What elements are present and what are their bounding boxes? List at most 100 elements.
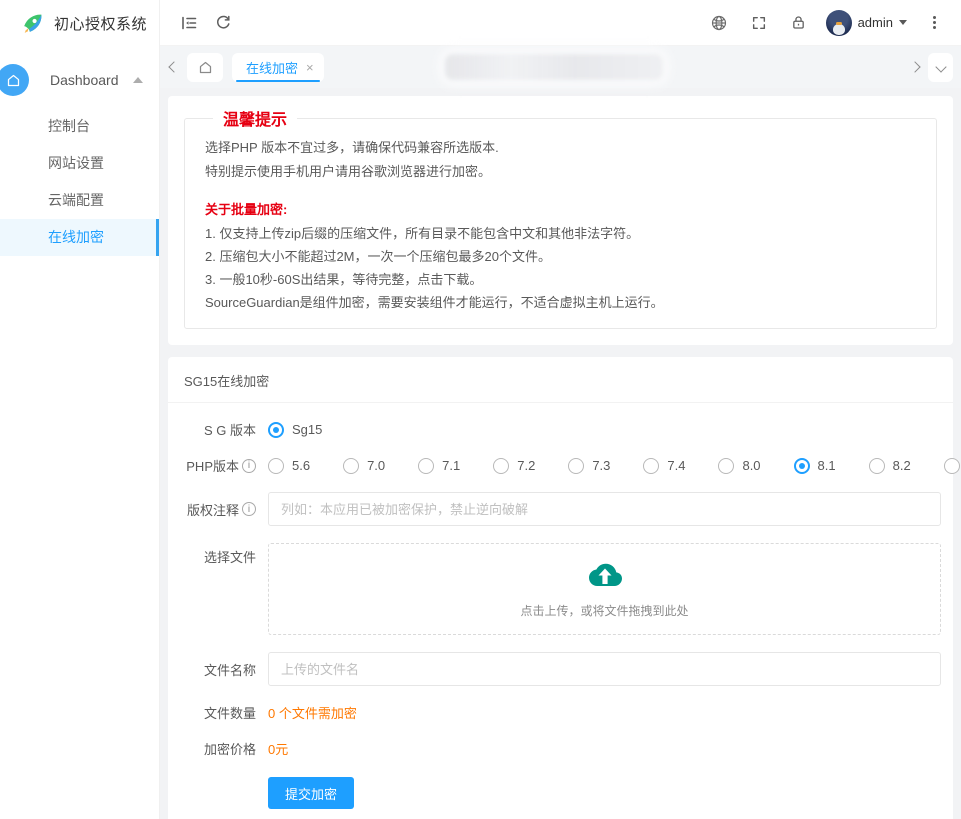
home-tab-button[interactable] (187, 53, 223, 82)
globe-icon[interactable] (702, 6, 736, 40)
radio-icon[interactable] (418, 458, 434, 474)
php-version-option-label: 8.0 (742, 458, 760, 473)
file-select-label: 选择文件 (168, 543, 268, 566)
info-circle-icon[interactable] (242, 459, 256, 473)
php-version-option-label: 7.1 (442, 458, 460, 473)
user-menu[interactable]: admin (822, 10, 911, 36)
tab-bar: 在线加密 × (160, 46, 961, 88)
sidebar-item-site-settings[interactable]: 网站设置 (0, 145, 159, 182)
radio-checked-icon[interactable] (268, 422, 284, 438)
home-circle-icon (0, 64, 29, 96)
submit-encrypt-button[interactable]: 提交加密 (268, 777, 354, 809)
upload-dropzone[interactable]: 点击上传，或将文件拖拽到此处 (268, 543, 941, 635)
php-version-option-7.4[interactable]: 7.4 (643, 458, 685, 474)
sg-version-option-sg15[interactable]: Sg15 (268, 422, 322, 438)
topbar: admin (160, 0, 961, 46)
avatar[interactable] (826, 10, 852, 36)
rocket-logo-icon (20, 10, 46, 36)
price-label: 加密价格 (168, 739, 268, 758)
user-name: admin (858, 15, 893, 30)
php-version-group: 5.67.07.17.27.37.48.08.18.28.3 (268, 458, 941, 474)
notice-batch-line: SourceGuardian是组件加密，需要安装组件才能运行，不适合虚拟主机上运… (205, 291, 916, 314)
php-version-option-label: 7.4 (667, 458, 685, 473)
fullscreen-icon[interactable] (742, 6, 776, 40)
app-title: 初心授权系统 (54, 13, 147, 34)
file-name-row: 文件名称 (168, 652, 941, 686)
refresh-icon[interactable] (206, 6, 240, 40)
radio-icon[interactable] (643, 458, 659, 474)
app-logo[interactable]: 初心授权系统 (0, 0, 159, 46)
php-version-option-label: 7.3 (592, 458, 610, 473)
sidebar-menu: 控制台 网站设置 云端配置 在线加密 (0, 108, 159, 256)
radio-icon[interactable] (869, 458, 885, 474)
tab-close-icon[interactable]: × (306, 61, 314, 74)
sidebar-item-online-encrypt[interactable]: 在线加密 (0, 219, 159, 256)
encrypt-form-card: SG15在线加密 S G 版本 Sg15 PHP版本 (168, 357, 953, 819)
copyright-label: 版权注释 (168, 500, 268, 519)
php-version-row: PHP版本 5.67.07.17.27.37.48.08.18.28.3 (168, 456, 941, 475)
notice-line: 选择PHP 版本不宜过多，请确保代码兼容所选版本. (205, 136, 916, 160)
lock-icon[interactable] (782, 6, 816, 40)
sidebar-item-cloud-config[interactable]: 云端配置 (0, 182, 159, 219)
radio-icon[interactable] (718, 458, 734, 474)
sg-version-label: S G 版本 (168, 420, 268, 439)
php-version-option-7.1[interactable]: 7.1 (418, 458, 460, 474)
copyright-input[interactable] (268, 492, 941, 526)
kebab-menu-icon[interactable] (917, 6, 951, 40)
file-count-row: 文件数量 0 个文件需加密 (168, 703, 941, 722)
php-version-label: PHP版本 (168, 456, 268, 475)
php-version-option-label: 8.2 (893, 458, 911, 473)
chevron-left-icon[interactable] (168, 61, 179, 72)
page-content: 温馨提示 选择PHP 版本不宜过多，请确保代码兼容所选版本. 特别提示使用手机用… (160, 88, 961, 819)
notice-fieldset: 温馨提示 选择PHP 版本不宜过多，请确保代码兼容所选版本. 特别提示使用手机用… (184, 106, 937, 329)
submit-row: 提交加密 (168, 777, 941, 809)
php-version-option-label: 7.2 (517, 458, 535, 473)
sidebar: 初心授权系统 Dashboard 控制台 网站设置 云端配置 在线加密 (0, 0, 160, 819)
chevron-right-icon[interactable] (909, 61, 920, 72)
radio-icon[interactable] (568, 458, 584, 474)
tab-online-encrypt[interactable]: 在线加密 × (232, 53, 324, 82)
php-version-option-5.6[interactable]: 5.6 (268, 458, 310, 474)
copyright-row: 版权注释 (168, 492, 941, 526)
notice-line: 特别提示使用手机用户请用谷歌浏览器进行加密。 (205, 160, 916, 184)
notice-batch-title: 关于批量加密: (205, 198, 916, 222)
file-name-input[interactable] (268, 652, 941, 686)
radio-icon[interactable] (268, 458, 284, 474)
php-version-option-8.0[interactable]: 8.0 (718, 458, 760, 474)
price-row: 加密价格 0元 (168, 739, 941, 758)
php-version-option-7.3[interactable]: 7.3 (568, 458, 610, 474)
php-version-option-label: 8.1 (818, 458, 836, 473)
sg-version-option-label: Sg15 (292, 422, 322, 437)
notice-batch-line: 2. 压缩包大小不能超过2M，一次一个压缩包最多20个文件。 (205, 245, 916, 268)
php-version-option-8.3[interactable]: 8.3 (944, 458, 961, 474)
php-version-option-8.2[interactable]: 8.2 (869, 458, 911, 474)
php-version-option-label: 5.6 (292, 458, 310, 473)
form-title: SG15在线加密 (168, 357, 953, 403)
notice-card: 温馨提示 选择PHP 版本不宜过多，请确保代码兼容所选版本. 特别提示使用手机用… (168, 96, 953, 345)
file-name-label: 文件名称 (168, 660, 268, 679)
php-version-option-8.1[interactable]: 8.1 (794, 458, 836, 474)
radio-icon[interactable] (493, 458, 509, 474)
radio-checked-icon[interactable] (794, 458, 810, 474)
chevron-down-icon (935, 61, 946, 72)
radio-icon[interactable] (944, 458, 960, 474)
sidebar-item-console[interactable]: 控制台 (0, 108, 159, 145)
info-circle-icon[interactable] (242, 502, 256, 516)
tab-label: 在线加密 (246, 58, 298, 77)
tab-dropdown-button[interactable] (928, 53, 953, 82)
php-version-option-7.2[interactable]: 7.2 (493, 458, 535, 474)
upload-hint-text: 点击上传，或将文件拖拽到此处 (520, 602, 688, 619)
radio-icon[interactable] (343, 458, 359, 474)
blurred-watermark (445, 54, 663, 80)
price-value: 0元 (268, 739, 288, 758)
app-root: 初心授权系统 Dashboard 控制台 网站设置 云端配置 在线加密 (0, 0, 961, 819)
file-count-value: 0 个文件需加密 (268, 703, 357, 722)
notice-batch-line: 1. 仅支持上传zip后缀的压缩文件，所有目录不能包含中文和其他非法字符。 (205, 222, 916, 245)
php-version-option-7.0[interactable]: 7.0 (343, 458, 385, 474)
notice-batch-line: 3. 一般10秒-60S出结果，等待完整，点击下载。 (205, 268, 916, 291)
file-select-row: 选择文件 点击上传，或将文件拖拽到此处 (168, 543, 941, 635)
sg-version-row: S G 版本 Sg15 (168, 420, 941, 439)
main-area: admin 在线加密 × (160, 0, 961, 819)
sidebar-fold-icon[interactable] (172, 6, 206, 40)
sidebar-group-dashboard[interactable]: Dashboard (0, 58, 159, 102)
